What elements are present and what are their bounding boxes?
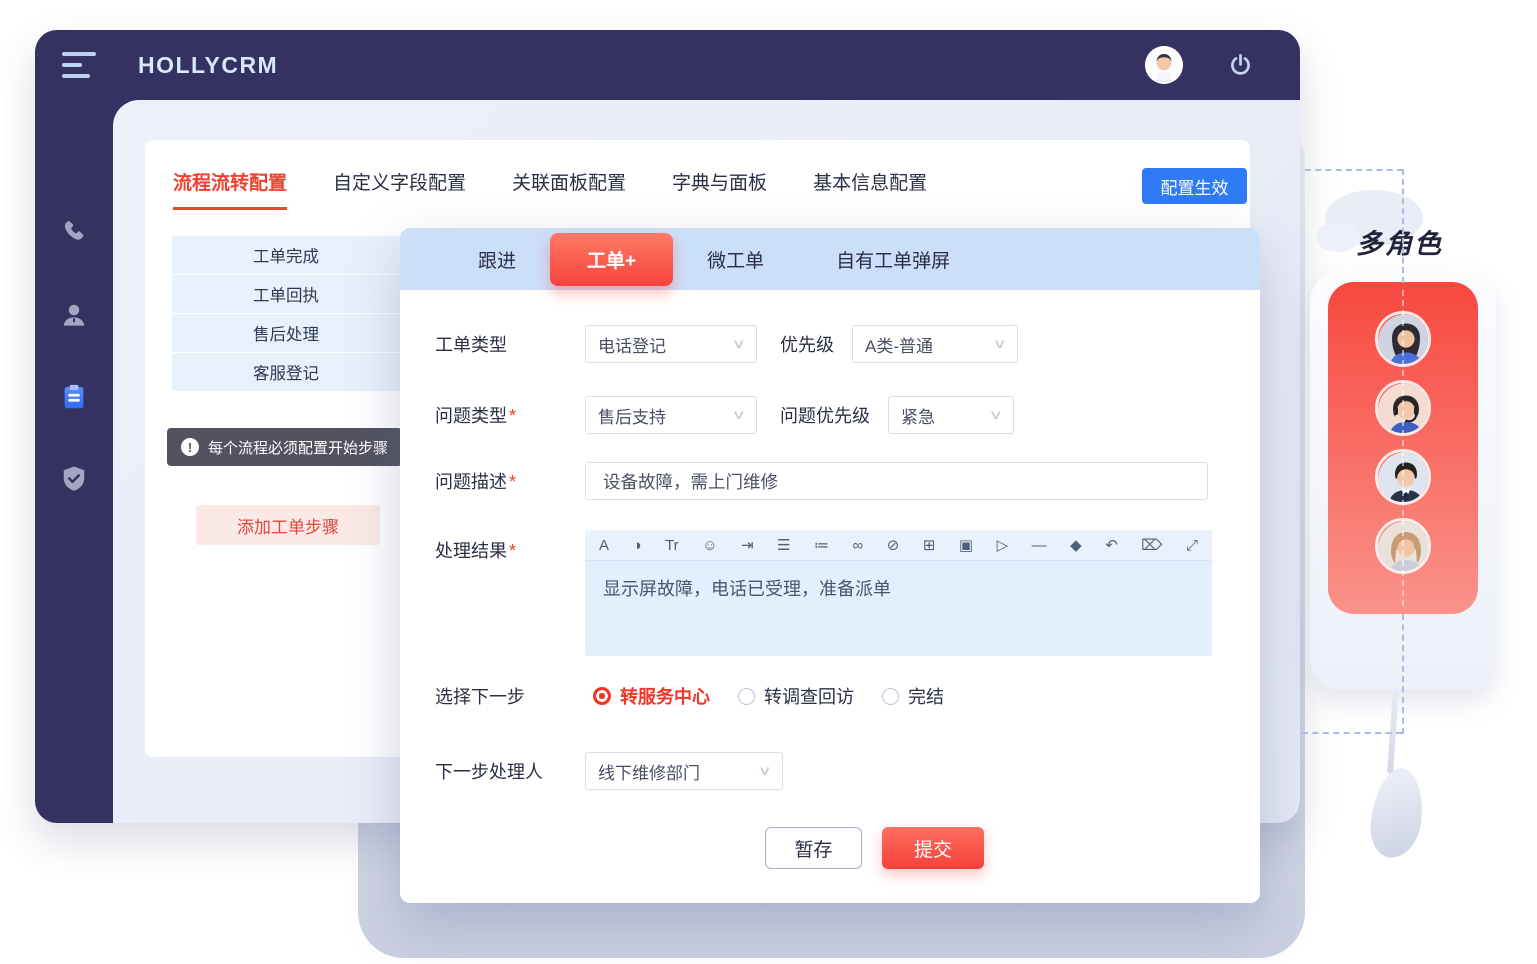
emoji-icon[interactable]: ☺ [702,538,717,553]
image-icon[interactable]: ▣ [959,538,973,553]
exclamation-icon: ! [181,438,199,456]
delete-icon[interactable]: ⌦ [1141,538,1162,553]
config-tabbar: 流程流转配置 自定义字段配置 关联面板配置 字典与面板 基本信息配置 [173,168,927,210]
editor-content[interactable]: 显示屏故障，电话已受理，准备派单 [585,561,1212,656]
dashed-line [1402,290,1404,606]
dashed-line [1302,732,1402,734]
chevron-down-icon: ∨ [758,763,772,779]
priority-select[interactable]: A类-普通∨ [852,325,1018,363]
add-step-button[interactable]: 添加工单步骤 [196,505,380,545]
text-style-icon[interactable]: A [599,538,609,553]
step-item-receipt[interactable]: 工单回执 [172,275,400,314]
radio-survey-callback[interactable]: 转调查回访 [738,683,854,709]
priority-label: 优先级 [780,331,834,357]
issue-type-select[interactable]: 售后支持∨ [585,396,757,434]
order-type-label: 工单类型 [435,331,585,357]
chevron-down-icon: ∨ [732,336,746,352]
radio-service-center[interactable]: 转服务中心 [593,683,710,709]
rich-text-editor: A ◑ Tr ☺ ⇥ ☰ ≔ ∞ ⊘ ⊞ ▣ ▷ — ◆ ↶ ⌦ ⤢ 显示屏故障，电话已受理，准备派单 [585,530,1212,656]
submit-button[interactable]: 提交 [882,827,984,869]
undo-icon[interactable]: ↶ [1105,538,1118,553]
horizontal-rule-icon[interactable]: — [1032,538,1047,553]
issue-type-label: 问题类型* [435,402,585,428]
dashed-line [1402,169,1404,283]
step-item-register[interactable]: 客服登记 [172,353,400,392]
remove-link-icon[interactable]: ⊘ [887,538,900,553]
cloud-shape [1316,222,1360,252]
chevron-down-icon: ∨ [732,407,746,423]
person-icon[interactable] [59,300,89,330]
align-icon[interactable]: ☰ [777,538,790,553]
power-icon[interactable] [1227,52,1254,79]
modal-tab-workorder[interactable]: 工单+ [550,233,673,286]
menu-icon[interactable] [62,52,96,78]
tab-basic-info[interactable]: 基本信息配置 [813,168,927,210]
table-icon[interactable]: ⊞ [923,538,936,553]
workorder-modal: 跟进 工单+ 微工单 自有工单弹屏 工单类型 电话登记∨ 优先级 A类-普通∨ … [400,228,1260,903]
video-icon[interactable]: ▷ [997,538,1009,553]
multi-role-label: 多角色 [1356,222,1443,261]
teardrop-shape [1367,765,1428,860]
tab-process-flow[interactable]: 流程流转配置 [173,168,287,210]
issue-priority-label: 问题优先级 [780,402,870,428]
tab-dictionary-panel[interactable]: 字典与面板 [672,168,767,210]
step-item-aftersales[interactable]: 售后处理 [172,314,400,353]
modal-tab-popup[interactable]: 自有工单弹屏 [792,246,978,273]
font-format-icon[interactable]: Tr [665,538,679,553]
workflow-step-list: 工单完成 工单回执 售后处理 客服登记 [172,236,400,392]
user-avatar[interactable] [1145,46,1183,84]
next-handler-label: 下一步处理人 [435,758,585,784]
avatar-face [1145,46,1183,84]
fullscreen-icon[interactable]: ⤢ [1186,538,1198,553]
list-icon[interactable]: ≔ [814,538,829,553]
chevron-down-icon: ∨ [993,336,1007,352]
save-draft-button[interactable]: 暂存 [765,827,862,869]
app-title: HOLLYCRM [138,52,278,79]
next-handler-select[interactable]: 线下维修部门∨ [585,752,783,790]
phone-icon[interactable] [59,218,89,248]
modal-tabbar: 跟进 工单+ 微工单 自有工单弹屏 [400,228,1260,290]
notice-tooltip: ! 每个流程必须配置开始步骤 [167,428,402,466]
insert-link-icon[interactable]: ∞ [853,538,864,553]
issue-priority-select[interactable]: 紧急∨ [888,396,1014,434]
modal-tab-micro[interactable]: 微工单 [679,246,792,273]
dashed-line [1305,169,1403,171]
issue-desc-input[interactable]: 设备故障，需上门维修 [585,462,1208,500]
apply-config-button[interactable]: 配置生效 [1142,168,1247,204]
chevron-down-icon: ∨ [989,407,1003,423]
workorder-clipboard-icon[interactable] [59,382,89,412]
color-palette-icon[interactable]: ◑ [633,538,642,553]
editor-toolbar: A ◑ Tr ☺ ⇥ ☰ ≔ ∞ ⊘ ⊞ ▣ ▷ — ◆ ↶ ⌦ ⤢ [585,530,1212,561]
modal-tab-follow[interactable]: 跟进 [450,246,544,273]
radio-selected-icon [593,687,611,705]
eraser-icon[interactable]: ◆ [1070,538,1082,553]
radio-unselected-icon [738,688,755,705]
app-header: HOLLYCRM [35,30,1300,100]
dashed-line [1402,614,1404,734]
sidebar [35,100,113,823]
issue-desc-label: 问题描述* [435,468,585,494]
step-item-complete[interactable]: 工单完成 [172,236,400,275]
next-step-label: 选择下一步 [435,683,593,709]
radio-finish[interactable]: 完结 [882,683,944,709]
radio-unselected-icon [882,688,899,705]
notice-text: 每个流程必须配置开始步骤 [208,437,388,458]
order-type-select[interactable]: 电话登记∨ [585,325,757,363]
result-label: 处理结果* [435,530,585,563]
shield-check-icon[interactable] [59,464,89,494]
tab-linked-panel[interactable]: 关联面板配置 [512,168,626,210]
indent-icon[interactable]: ⇥ [741,538,754,553]
drop-stem-shape [1387,688,1399,774]
tab-custom-fields[interactable]: 自定义字段配置 [333,168,466,210]
